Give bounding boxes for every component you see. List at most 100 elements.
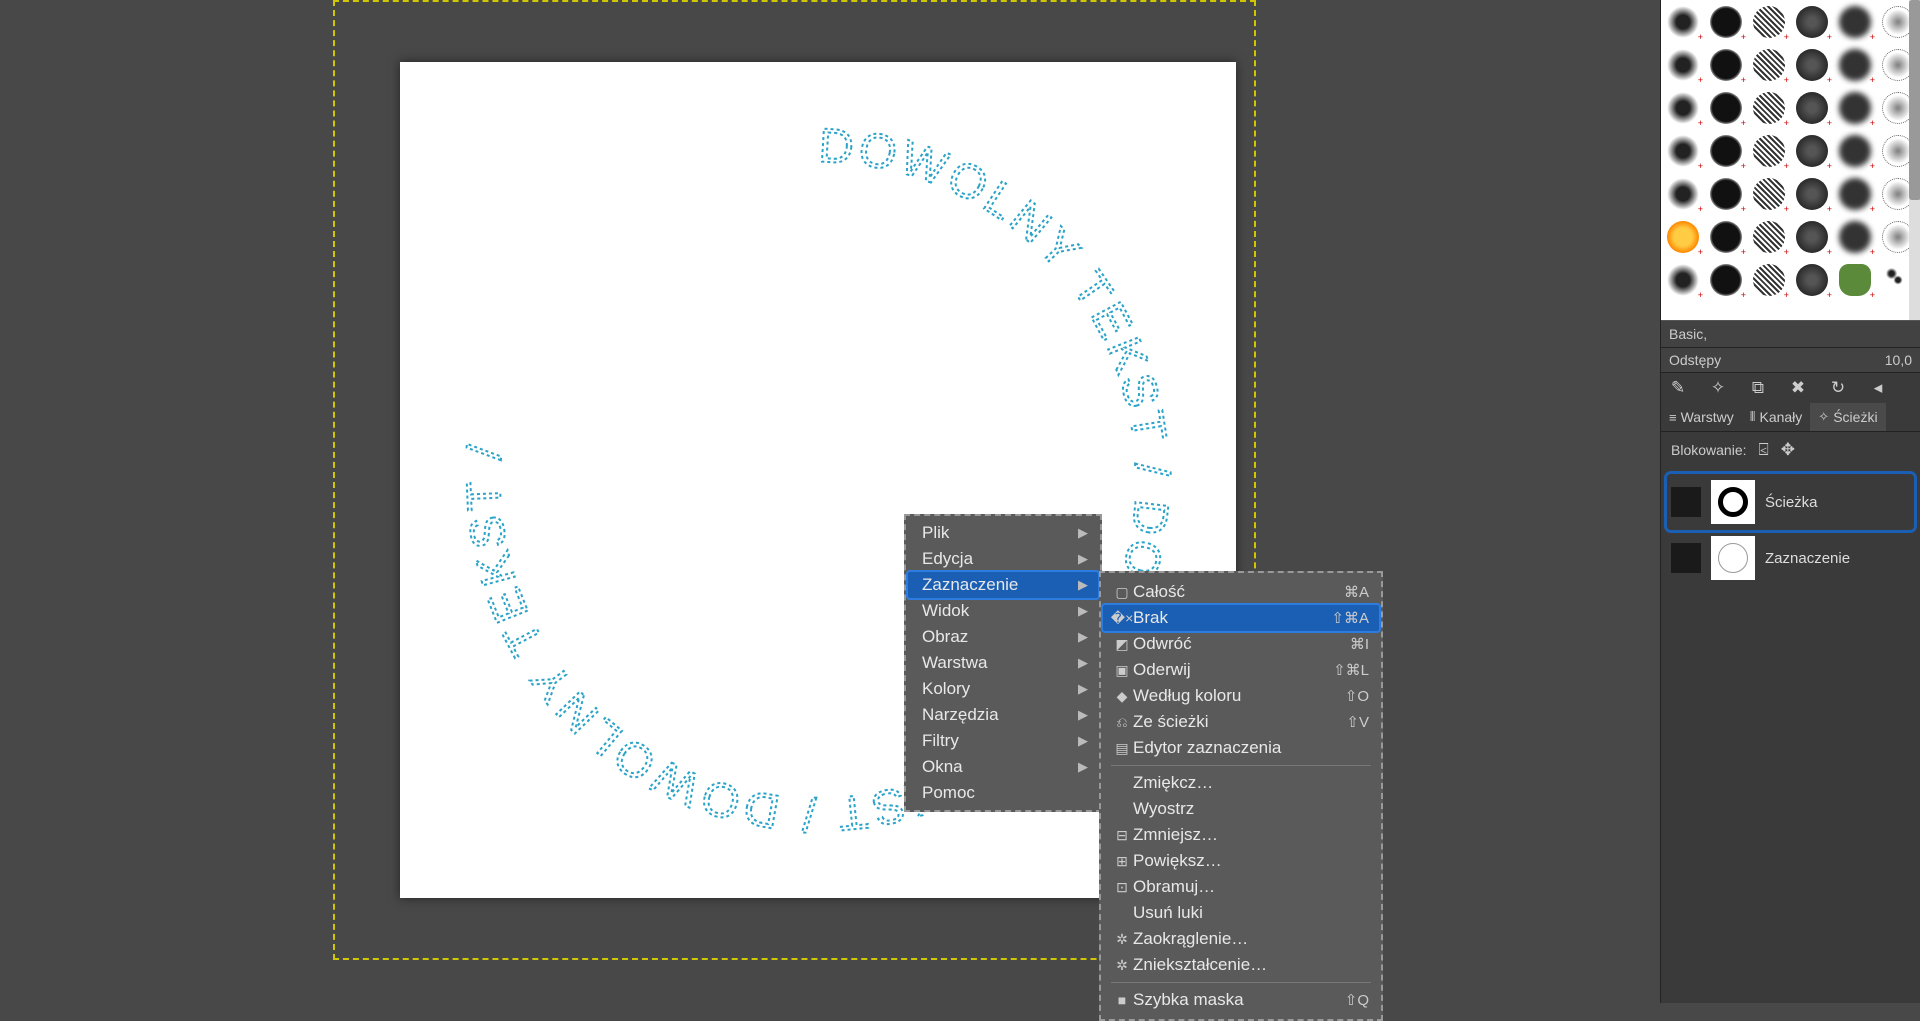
brush-item[interactable]: + — [1790, 0, 1833, 43]
chevron-right-icon: ▶ — [1078, 733, 1088, 749]
brush-item[interactable]: + — [1747, 0, 1790, 43]
brush-item[interactable]: + — [1661, 0, 1704, 43]
submenu-item-wyostrz[interactable]: Wyostrz — [1101, 796, 1381, 822]
path-name-label[interactable]: Zaznaczenie — [1765, 550, 1850, 567]
menu-item-plik[interactable]: Plik▶ — [906, 520, 1100, 546]
brush-item[interactable]: + — [1661, 258, 1704, 301]
scroll-thumb[interactable] — [1909, 0, 1920, 200]
delete-brush-icon[interactable]: ✖ — [1789, 379, 1807, 397]
brush-item[interactable]: + — [1833, 215, 1876, 258]
menu-icon: ◆ — [1111, 688, 1133, 705]
submenu-item-brak[interactable]: �× Brak⇧⌘A — [1101, 603, 1381, 633]
visibility-toggle[interactable] — [1671, 487, 1701, 517]
selection-submenu[interactable]: ▢Całość⌘A�× Brak⇧⌘A◩Odwróć⌘I▣Oderwij⇧⌘L◆… — [1099, 571, 1383, 1021]
path-item-zaznaczenie[interactable]: Zaznaczenie — [1667, 530, 1914, 586]
visibility-toggle[interactable] — [1671, 543, 1701, 573]
brush-item[interactable]: + — [1661, 129, 1704, 172]
menu-icon: ■ — [1111, 992, 1133, 1008]
tab-channels[interactable]: ⦀Kanały — [1742, 403, 1811, 431]
brush-item[interactable]: + — [1661, 215, 1704, 258]
submenu-item-zmniejsz[interactable]: ⊟Zmniejsz… — [1101, 822, 1381, 848]
brush-item[interactable]: + — [1704, 215, 1747, 258]
menu-item-edycja[interactable]: Edycja▶ — [906, 546, 1100, 572]
chevron-right-icon: ▶ — [1078, 681, 1088, 697]
brush-item[interactable]: + — [1747, 86, 1790, 129]
path-name-label[interactable]: Ścieżka — [1765, 494, 1818, 511]
submenu-item-zniekształcenie[interactable]: ✲Zniekształcenie… — [1101, 952, 1381, 978]
canvas-area[interactable]: DOWOLNY TEKST / DOWOLNY TEKST / DOWOLNY … — [0, 0, 1660, 1003]
brush-palette[interactable]: ++++++++++++++++++++++++++++++++++++++++… — [1661, 0, 1920, 320]
dock-tabs: ≡Warstwy ⦀Kanały ✧Ścieżki — [1661, 403, 1920, 432]
brush-item[interactable]: + — [1833, 172, 1876, 215]
brush-item[interactable]: + — [1747, 215, 1790, 258]
submenu-item-obramuj[interactable]: ⊡Obramuj… — [1101, 874, 1381, 900]
menu-item-narzędzia[interactable]: Narzędzia▶ — [906, 702, 1100, 728]
paths-list: Ścieżka Zaznaczenie — [1661, 468, 1920, 592]
brush-item[interactable]: + — [1704, 172, 1747, 215]
brush-scrollbar[interactable] — [1909, 0, 1920, 320]
brush-spacing-row[interactable]: Odstępy 10,0 — [1661, 348, 1920, 373]
submenu-item-ześcieżki[interactable]: ⎌Ze ścieżki⇧V — [1101, 709, 1381, 735]
shortcut-label: ⇧V — [1346, 713, 1369, 731]
brush-item[interactable]: + — [1790, 215, 1833, 258]
brush-item[interactable]: + — [1747, 129, 1790, 172]
brush-item[interactable]: + — [1704, 258, 1747, 301]
brush-item[interactable]: + — [1704, 43, 1747, 86]
menu-item-pomoc[interactable]: Pomoc — [906, 780, 1100, 806]
brush-item[interactable]: + — [1790, 86, 1833, 129]
submenu-item-zaokrąglenie[interactable]: ✲Zaokrąglenie… — [1101, 926, 1381, 952]
brush-item[interactable]: + — [1790, 172, 1833, 215]
menu-item-zaznaczenie[interactable]: Zaznaczenie▶ — [906, 570, 1100, 600]
brush-item[interactable]: + — [1661, 43, 1704, 86]
new-brush-icon[interactable]: ✧ — [1709, 379, 1727, 397]
brush-item[interactable]: + — [1747, 43, 1790, 86]
submenu-item-usuńluki[interactable]: Usuń luki — [1101, 900, 1381, 926]
submenu-item-powiększ[interactable]: ⊞Powiększ… — [1101, 848, 1381, 874]
lock-content-icon[interactable]: ⍃ — [1759, 440, 1769, 460]
brush-item[interactable]: + — [1833, 129, 1876, 172]
submenu-item-wedługkoloru[interactable]: ◆Według koloru⇧O — [1101, 683, 1381, 709]
brush-item[interactable]: + — [1833, 0, 1876, 43]
brush-item[interactable]: + — [1790, 129, 1833, 172]
menu-icon: ⊞ — [1111, 853, 1133, 870]
menu-item-obraz[interactable]: Obraz▶ — [906, 624, 1100, 650]
refresh-brush-icon[interactable]: ↻ — [1829, 379, 1847, 397]
brush-item[interactable]: + — [1790, 258, 1833, 301]
submenu-item-całość[interactable]: ▢Całość⌘A — [1101, 579, 1381, 605]
menu-item-warstwa[interactable]: Warstwa▶ — [906, 650, 1100, 676]
context-menu[interactable]: Plik▶Edycja▶Zaznaczenie▶Widok▶Obraz▶Wars… — [904, 514, 1102, 812]
brush-item[interactable]: + — [1790, 43, 1833, 86]
submenu-item-szybkamaska[interactable]: ■Szybka maska⇧Q — [1101, 987, 1381, 1013]
lock-position-icon[interactable]: ✥ — [1781, 440, 1795, 460]
tab-paths[interactable]: ✧Ścieżki — [1810, 403, 1885, 431]
brush-item[interactable]: + — [1833, 258, 1876, 301]
brush-item[interactable]: + — [1833, 86, 1876, 129]
menu-item-kolory[interactable]: Kolory▶ — [906, 676, 1100, 702]
menu-item-filtry[interactable]: Filtry▶ — [906, 728, 1100, 754]
menu-icon: ⊡ — [1111, 879, 1133, 896]
brush-item[interactable]: + — [1704, 86, 1747, 129]
brush-item[interactable]: + — [1704, 0, 1747, 43]
brush-item[interactable]: + — [1704, 129, 1747, 172]
menu-item-widok[interactable]: Widok▶ — [906, 598, 1100, 624]
edit-brush-icon[interactable]: ✎ — [1669, 379, 1687, 397]
brush-item[interactable]: + — [1833, 43, 1876, 86]
duplicate-brush-icon[interactable]: ⧉ — [1749, 379, 1767, 397]
submenu-item-edytorzaznaczenia[interactable]: ▤Edytor zaznaczenia — [1101, 735, 1381, 761]
submenu-item-oderwij[interactable]: ▣Oderwij⇧⌘L — [1101, 657, 1381, 683]
path-item-ścieżka[interactable]: Ścieżka — [1667, 474, 1914, 530]
menu-icon: ◩ — [1111, 636, 1133, 653]
shortcut-label: ⌘I — [1350, 635, 1369, 653]
tab-layers[interactable]: ≡Warstwy — [1661, 403, 1742, 431]
brush-item[interactable]: + — [1747, 258, 1790, 301]
brush-item[interactable]: + — [1747, 172, 1790, 215]
brush-item[interactable]: + — [1661, 172, 1704, 215]
menu-item-okna[interactable]: Okna▶ — [906, 754, 1100, 780]
menu-brush-icon[interactable]: ◂ — [1869, 379, 1887, 397]
menu-icon: ▤ — [1111, 740, 1133, 757]
channels-icon: ⦀ — [1750, 409, 1756, 425]
submenu-item-odwróć[interactable]: ◩Odwróć⌘I — [1101, 631, 1381, 657]
path-thumbnail — [1711, 536, 1755, 580]
submenu-item-zmiękcz[interactable]: Zmiękcz… — [1101, 770, 1381, 796]
brush-item[interactable]: + — [1661, 86, 1704, 129]
